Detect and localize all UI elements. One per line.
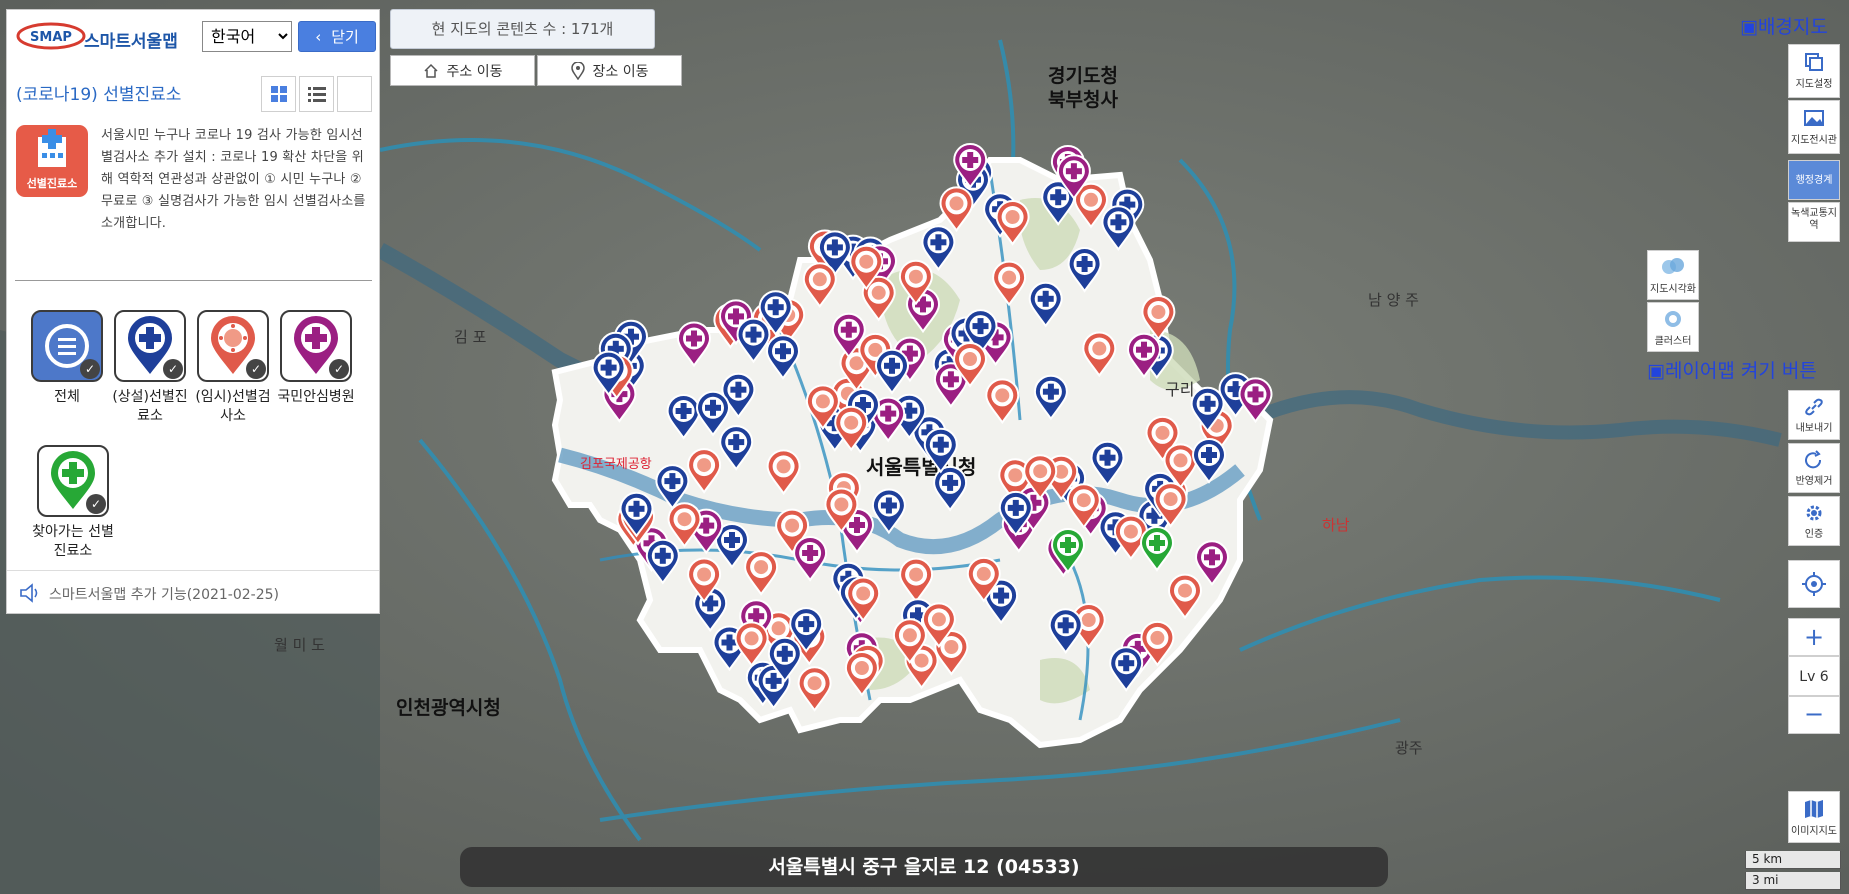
clinic-category-icon: 선별진료소 — [16, 125, 88, 197]
close-panel-button[interactable]: ‹ 닫기 — [298, 21, 376, 52]
home-icon — [423, 63, 438, 78]
label-namyangju: 남 양 주 — [1368, 291, 1419, 309]
app-name: 스마트서울맵 — [84, 32, 178, 52]
map-settings-button[interactable]: 지도설정 — [1788, 44, 1840, 98]
label-incheon: 인천광역시청 — [396, 697, 501, 719]
category-label: (임시)선별검사소 — [195, 389, 271, 424]
smap-logo: SMAP — [16, 22, 86, 50]
check-icon: ✓ — [246, 359, 266, 379]
cluster-button[interactable]: 클러스터 — [1647, 302, 1699, 352]
close-button-label: 닫기 — [331, 28, 359, 46]
map-visualization-button[interactable]: 지도시각화 — [1647, 250, 1699, 300]
category-label: 국민안심병원 — [277, 389, 355, 405]
cluster-icon — [1665, 311, 1681, 327]
label-wolmido: 월 미 도 — [274, 636, 325, 654]
minus-icon: − — [1803, 700, 1825, 728]
image-icon — [1804, 110, 1824, 126]
clinic-icon-label: 선별진료소 — [26, 177, 78, 190]
image-map-button[interactable]: 이미지지도 — [1788, 791, 1840, 843]
category-safe-hospital[interactable]: ✓ 국민안심병원 — [276, 310, 356, 407]
zoom-out-button[interactable]: − — [1788, 696, 1840, 734]
place-move-button[interactable]: 장소 이동 — [537, 55, 682, 86]
gear-icon — [1806, 505, 1822, 521]
link-icon — [1805, 398, 1823, 416]
blank-view-button[interactable] — [337, 76, 372, 112]
notice-row[interactable]: 스마트서울맵 추가 기능(2021-02-25) — [7, 570, 379, 614]
label-gimpo-place: 김 포 — [454, 328, 487, 346]
panel-divider — [15, 280, 372, 281]
list-icon — [307, 87, 326, 102]
content-count-box: 현 지도의 콘텐츠 수 : 171개 — [390, 9, 655, 49]
category-label: (상설)선별진료소 — [112, 389, 188, 424]
side-panel: SMAP 스마트서울맵 한국어 ‹ 닫기 (코로나19) 선별진료소 선별진료소… — [6, 9, 380, 614]
map-icon — [1805, 800, 1823, 818]
broken-image-icon: ▣ — [1647, 360, 1665, 382]
check-icon: ✓ — [86, 494, 106, 514]
location-pin-icon — [570, 61, 585, 80]
label-hanam: 하남 — [1322, 516, 1350, 534]
label-gwangju: 광주 — [1395, 739, 1423, 757]
layers-icon — [1805, 53, 1823, 71]
category-all[interactable]: ✓ 전체 — [27, 310, 107, 407]
green-traffic-button[interactable]: 녹색교통지역 — [1788, 202, 1840, 242]
label-gyeonggi: 경기도청 — [1048, 65, 1118, 87]
export-button[interactable]: 내보내기 — [1788, 390, 1840, 440]
category-all-box: ✓ — [31, 310, 103, 382]
scale-mi: 3 mi — [1745, 872, 1841, 890]
list-view-button[interactable] — [299, 76, 334, 112]
check-icon: ✓ — [163, 359, 183, 379]
speaker-icon — [20, 583, 38, 603]
category-mobile-box: ✓ — [37, 445, 109, 517]
category-label: 찾아가는 선별 진료소 — [32, 524, 114, 559]
admin-boundary-button[interactable]: 행정경계 — [1788, 160, 1840, 200]
panel-header: SMAP 스마트서울맵 한국어 ‹ 닫기 — [7, 10, 379, 62]
auth-button[interactable]: 인증 — [1788, 496, 1840, 546]
category-temporary-box: ✓ — [197, 310, 269, 382]
category-permanent-clinic[interactable]: ✓ (상설)선별진료소 — [110, 310, 190, 426]
panel-title-row: (코로나19) 선별진료소 — [7, 72, 379, 118]
map-photo-button[interactable]: 지도전시관 — [1788, 100, 1840, 154]
refresh-icon — [1805, 450, 1822, 469]
refresh-button[interactable]: 반영제거 — [1788, 443, 1840, 493]
svg-text:SMAP: SMAP — [30, 30, 72, 45]
label-guri: 구리 — [1165, 380, 1194, 399]
category-mobile-clinic[interactable]: ✓ 찾아가는 선별 진료소 — [27, 445, 119, 561]
label-gimpo-airport: 김포국제공항 — [580, 457, 652, 472]
hospital-building-icon — [38, 129, 66, 167]
zoom-level: Lv 6 — [1788, 656, 1840, 696]
check-icon: ✓ — [80, 359, 100, 379]
my-location-button[interactable] — [1788, 560, 1840, 608]
panel-title: (코로나19) 선별진료소 — [16, 85, 182, 105]
current-address-bar: 서울특별시 중구 을지로 12 (04533) — [460, 847, 1388, 887]
place-move-label: 장소 이동 — [592, 63, 649, 80]
grid-icon — [270, 86, 287, 102]
check-icon: ✓ — [329, 359, 349, 379]
layer-toggle-broken-image[interactable]: ▣레이어맵 켜기 버튼 — [1647, 356, 1817, 383]
zoom-in-button[interactable]: + — [1788, 618, 1840, 656]
broken-image-icon: ▣ — [1740, 16, 1758, 38]
heatmap-icon — [1662, 258, 1684, 274]
background-map-broken-image[interactable]: ▣배경지도 — [1740, 12, 1828, 39]
category-temporary-site[interactable]: ✓ (임시)선별검사소 — [193, 310, 273, 426]
crosshair-icon — [1802, 572, 1826, 596]
label-gyeonggi-north: 북부청사 — [1048, 89, 1118, 111]
category-label: 전체 — [54, 389, 80, 405]
plus-icon: + — [1803, 623, 1825, 651]
panel-description: 서울시민 누구나 코로나 19 검사 가능한 임시선별검사소 추가 설치 : 코… — [101, 128, 366, 231]
category-permanent-box: ✓ — [114, 310, 186, 382]
notice-text: 스마트서울맵 추가 기능(2021-02-25) — [49, 587, 279, 603]
category-safe-hospital-box: ✓ — [280, 310, 352, 382]
chevron-left-icon: ‹ — [315, 27, 322, 46]
address-move-label: 주소 이동 — [446, 63, 503, 80]
grid-view-button[interactable] — [261, 76, 296, 112]
address-move-button[interactable]: 주소 이동 — [390, 55, 535, 86]
language-select[interactable]: 한국어 — [202, 21, 292, 52]
scale-km: 5 km — [1745, 851, 1841, 869]
